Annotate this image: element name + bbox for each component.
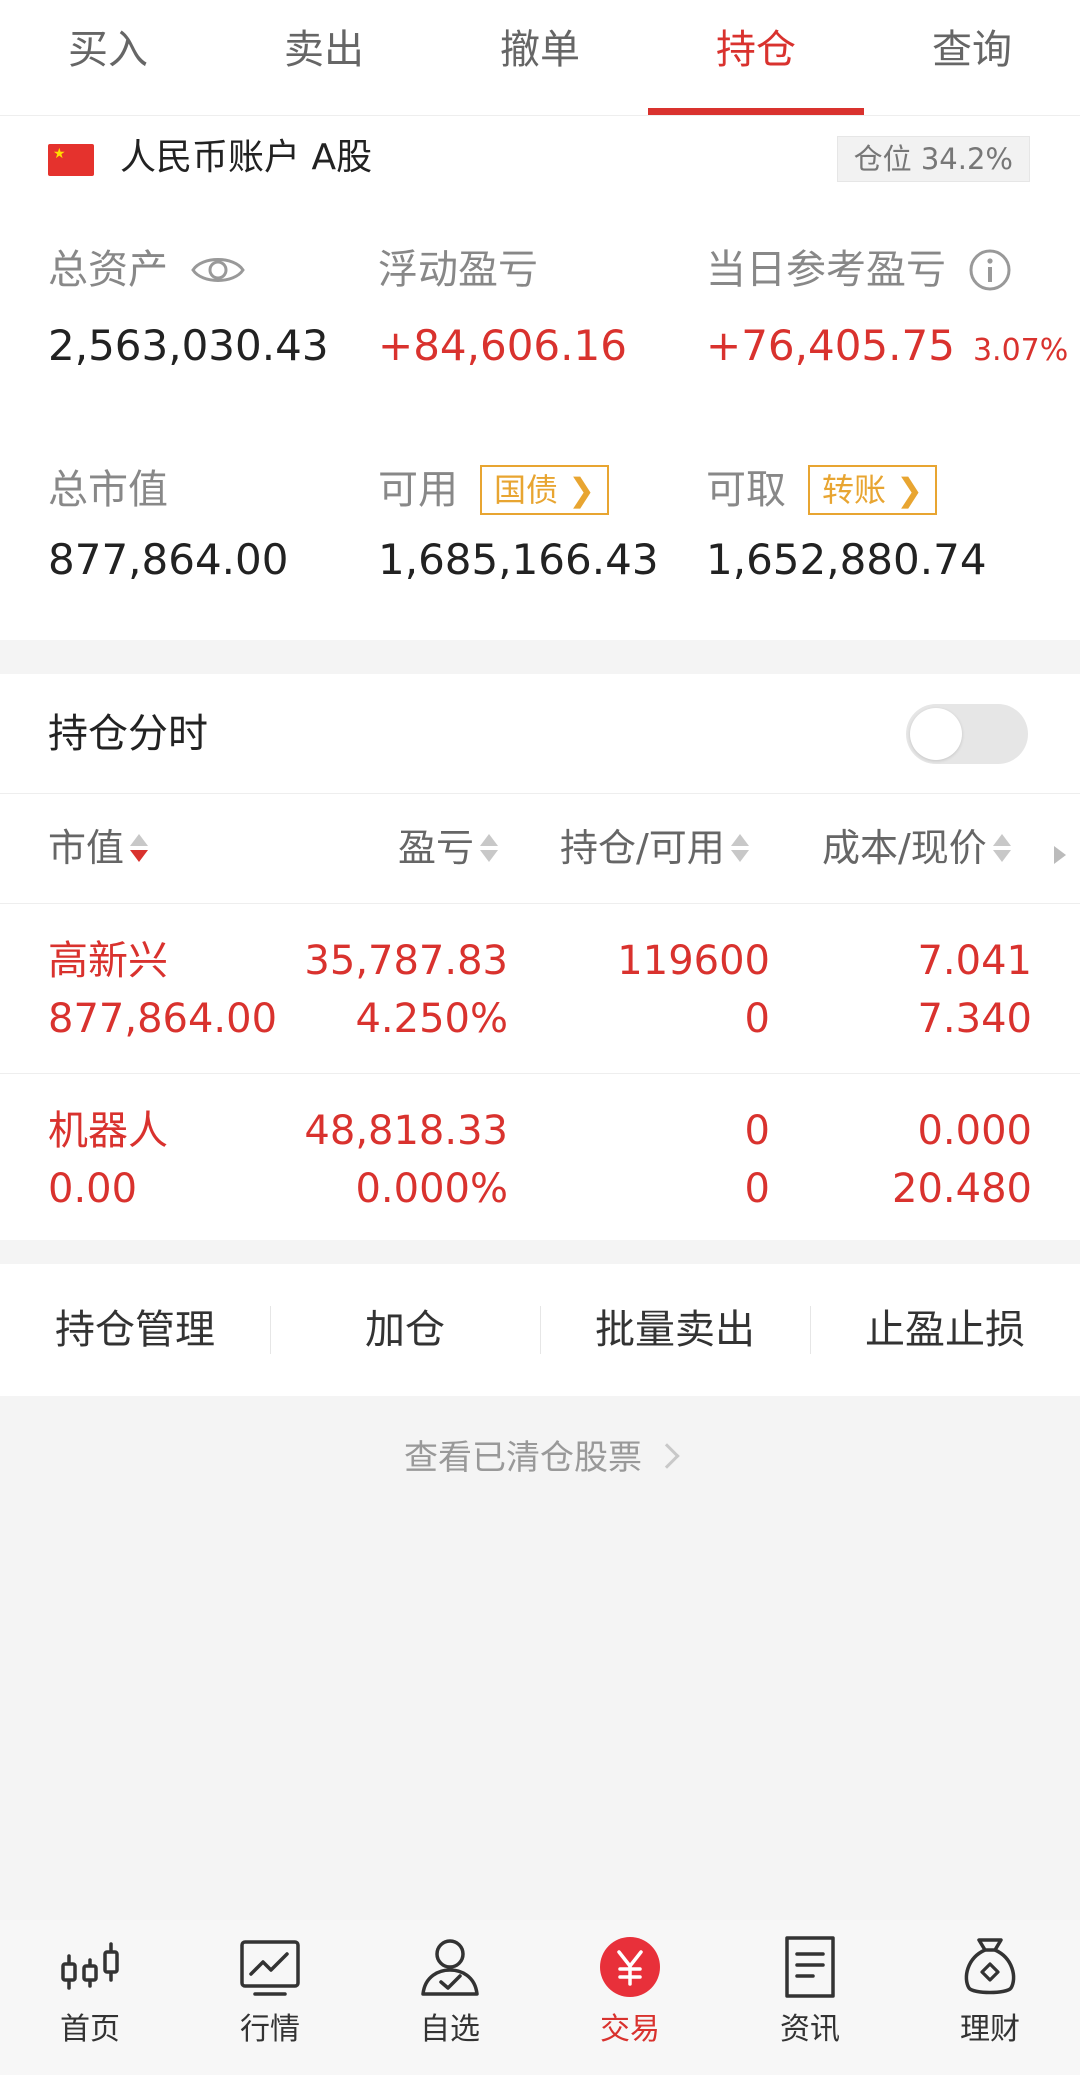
- add-position-button[interactable]: 加仓: [270, 1302, 540, 1358]
- stock-market-value: 0.00: [48, 1166, 138, 1212]
- positions-intraday-title: 持仓分时: [48, 711, 208, 757]
- stock-available: 0: [744, 996, 770, 1042]
- top-tab-bar: 买入 卖出 撤单 持仓 查询: [0, 0, 1080, 116]
- stock-cost: 0.000: [917, 1108, 1032, 1154]
- tab-query[interactable]: 查询: [864, 0, 1080, 115]
- floating-pnl-value: +84,606.16: [378, 321, 627, 370]
- positions-header: 持仓分时: [0, 674, 1080, 794]
- tab-buy[interactable]: 买入: [0, 0, 216, 115]
- floating-pnl-cell: 浮动盈亏 +84,606.16: [378, 244, 627, 374]
- stock-name: 机器人: [48, 1108, 168, 1154]
- sort-icon: [480, 830, 499, 866]
- positions-column-header: 市值 盈亏 持仓/可用 成本/现价: [0, 794, 1080, 904]
- sort-desc-icon: [130, 830, 149, 866]
- intraday-toggle[interactable]: [906, 704, 1028, 764]
- bond-button[interactable]: 国债 ❯: [480, 465, 609, 515]
- batch-sell-button[interactable]: 批量卖出: [540, 1302, 810, 1358]
- withdrawable-value: 1,652,880.74: [706, 535, 987, 584]
- total-assets-cell: 总资产 2,563,030.43: [48, 244, 329, 374]
- tab-cancel[interactable]: 撤单: [432, 0, 648, 115]
- transfer-button[interactable]: 转账 ❯: [808, 465, 937, 515]
- column-market-value[interactable]: 市值: [48, 820, 149, 876]
- nav-home[interactable]: 首页: [0, 1920, 180, 2075]
- market-value-cell: 总市值 877,864.00: [48, 464, 288, 588]
- stock-available: 0: [744, 1166, 770, 1212]
- bottom-navigation: 首页 行情 自选 交易 资讯 理财: [0, 1920, 1080, 2075]
- tab-positions[interactable]: 持仓: [648, 0, 864, 115]
- positions-panel: 持仓分时 市值 盈亏 持仓/可用 成本/现价 高新兴 877,864.00 35…: [0, 674, 1080, 1240]
- nav-news[interactable]: 资讯: [720, 1920, 900, 2075]
- stock-pnl-percent: 0.000%: [355, 1166, 508, 1212]
- stock-pnl-percent: 4.250%: [355, 996, 508, 1042]
- stock-cost: 7.041: [917, 938, 1032, 984]
- withdrawable-cell: 可取 转账 ❯ 1,652,880.74: [706, 464, 987, 588]
- stock-holding: 119600: [617, 938, 770, 984]
- sort-icon: [730, 830, 749, 866]
- document-icon: [785, 1936, 835, 1998]
- yuan-icon: [600, 1937, 660, 1997]
- daily-pnl-percent: 3.07%: [972, 333, 1069, 368]
- stock-name: 高新兴: [48, 938, 168, 984]
- eye-icon[interactable]: [190, 250, 246, 290]
- china-flag-icon: ★: [48, 144, 94, 176]
- total-assets-label: 总资产: [48, 247, 168, 293]
- toggle-knob: [910, 708, 962, 760]
- column-cost-price[interactable]: 成本/现价: [822, 820, 1011, 876]
- active-tab-indicator: [648, 108, 864, 115]
- account-name: 人民币账户 A股: [120, 137, 373, 178]
- info-icon[interactable]: [968, 248, 1012, 292]
- total-assets-value: 2,563,030.43: [48, 321, 329, 370]
- account-summary-card: ★ 人民币账户 A股 仓位 34.2% 总资产 2,563,030.43 浮动盈…: [0, 116, 1080, 640]
- position-row[interactable]: 高新兴 877,864.00 35,787.83 4.250% 119600 0…: [0, 904, 1080, 1074]
- stock-pnl: 35,787.83: [304, 938, 508, 984]
- stock-holding: 0: [744, 1108, 770, 1154]
- nav-trade[interactable]: 交易: [540, 1920, 720, 2075]
- nav-market[interactable]: 行情: [180, 1920, 360, 2075]
- market-value-label: 总市值: [48, 467, 168, 513]
- chart-icon: [240, 1940, 300, 1996]
- nav-wealth[interactable]: 理财: [900, 1920, 1080, 2075]
- take-profit-stop-loss-button[interactable]: 止盈止损: [810, 1302, 1080, 1358]
- floating-pnl-label: 浮动盈亏: [378, 247, 538, 293]
- position-actions-bar: 持仓管理 加仓 批量卖出 止盈止损: [0, 1264, 1080, 1396]
- sort-icon: [992, 830, 1011, 866]
- column-pnl[interactable]: 盈亏: [398, 820, 499, 876]
- withdrawable-label: 可取: [706, 467, 786, 513]
- view-cleared-stocks-link[interactable]: 查看已清仓股票: [0, 1430, 1080, 1486]
- stock-market-value: 877,864.00: [48, 996, 278, 1042]
- daily-pnl-cell: 当日参考盈亏 +76,405.75 3.07%: [706, 244, 1068, 379]
- daily-pnl-value: +76,405.75: [706, 321, 955, 370]
- user-check-icon: [421, 1939, 479, 1996]
- position-ratio-badge: 仓位 34.2%: [836, 136, 1030, 182]
- scroll-right-icon[interactable]: [1054, 846, 1066, 864]
- market-value-value: 877,864.00: [48, 535, 289, 584]
- stock-price: 20.480: [892, 1166, 1032, 1212]
- money-bag-icon: [964, 1938, 1016, 1995]
- nav-watchlist[interactable]: 自选: [360, 1920, 540, 2075]
- tab-sell[interactable]: 卖出: [216, 0, 432, 115]
- candlestick-icon: [61, 1942, 119, 1990]
- account-header[interactable]: ★ 人民币账户 A股 仓位 34.2%: [0, 116, 1080, 204]
- stock-price: 7.340: [917, 996, 1032, 1042]
- daily-pnl-label: 当日参考盈亏: [706, 247, 946, 293]
- available-cell: 可用 国债 ❯ 1,685,166.43: [378, 464, 659, 588]
- position-row[interactable]: 机器人 0.00 48,818.33 0.000% 0 0 0.000 20.4…: [0, 1074, 1080, 1244]
- column-holding-available[interactable]: 持仓/可用: [560, 820, 749, 876]
- position-management-button[interactable]: 持仓管理: [0, 1302, 270, 1358]
- chevron-right-icon: [654, 1443, 680, 1469]
- stock-pnl: 48,818.33: [304, 1108, 508, 1154]
- available-label: 可用: [378, 467, 458, 513]
- available-value: 1,685,166.43: [378, 535, 659, 584]
